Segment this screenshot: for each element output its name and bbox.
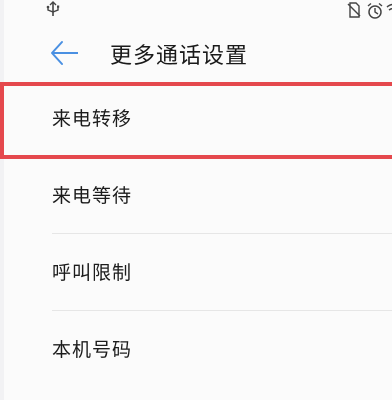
settings-screen: 更多通话设置 来电转移 来电等待 呼叫限制 本机号码 (4, 0, 392, 400)
highlight-box (0, 82, 392, 159)
status-bar (4, 0, 392, 22)
alarm-icon (366, 2, 384, 24)
usb-icon (46, 1, 60, 21)
wifi-icon (386, 2, 392, 22)
no-sim-icon (346, 2, 362, 22)
page-title: 更多通话设置 (110, 44, 249, 69)
arrow-left-icon[interactable] (48, 39, 80, 67)
menu-item-label: 来电等待 (52, 185, 133, 207)
menu-item-call-barring[interactable]: 呼叫限制 (4, 234, 392, 311)
menu-item-label: 本机号码 (52, 339, 133, 361)
menu-item-call-waiting[interactable]: 来电等待 (4, 157, 392, 234)
menu-item-label: 呼叫限制 (52, 262, 133, 284)
menu-item-my-number[interactable]: 本机号码 (4, 311, 392, 388)
app-header: 更多通话设置 (4, 30, 392, 76)
